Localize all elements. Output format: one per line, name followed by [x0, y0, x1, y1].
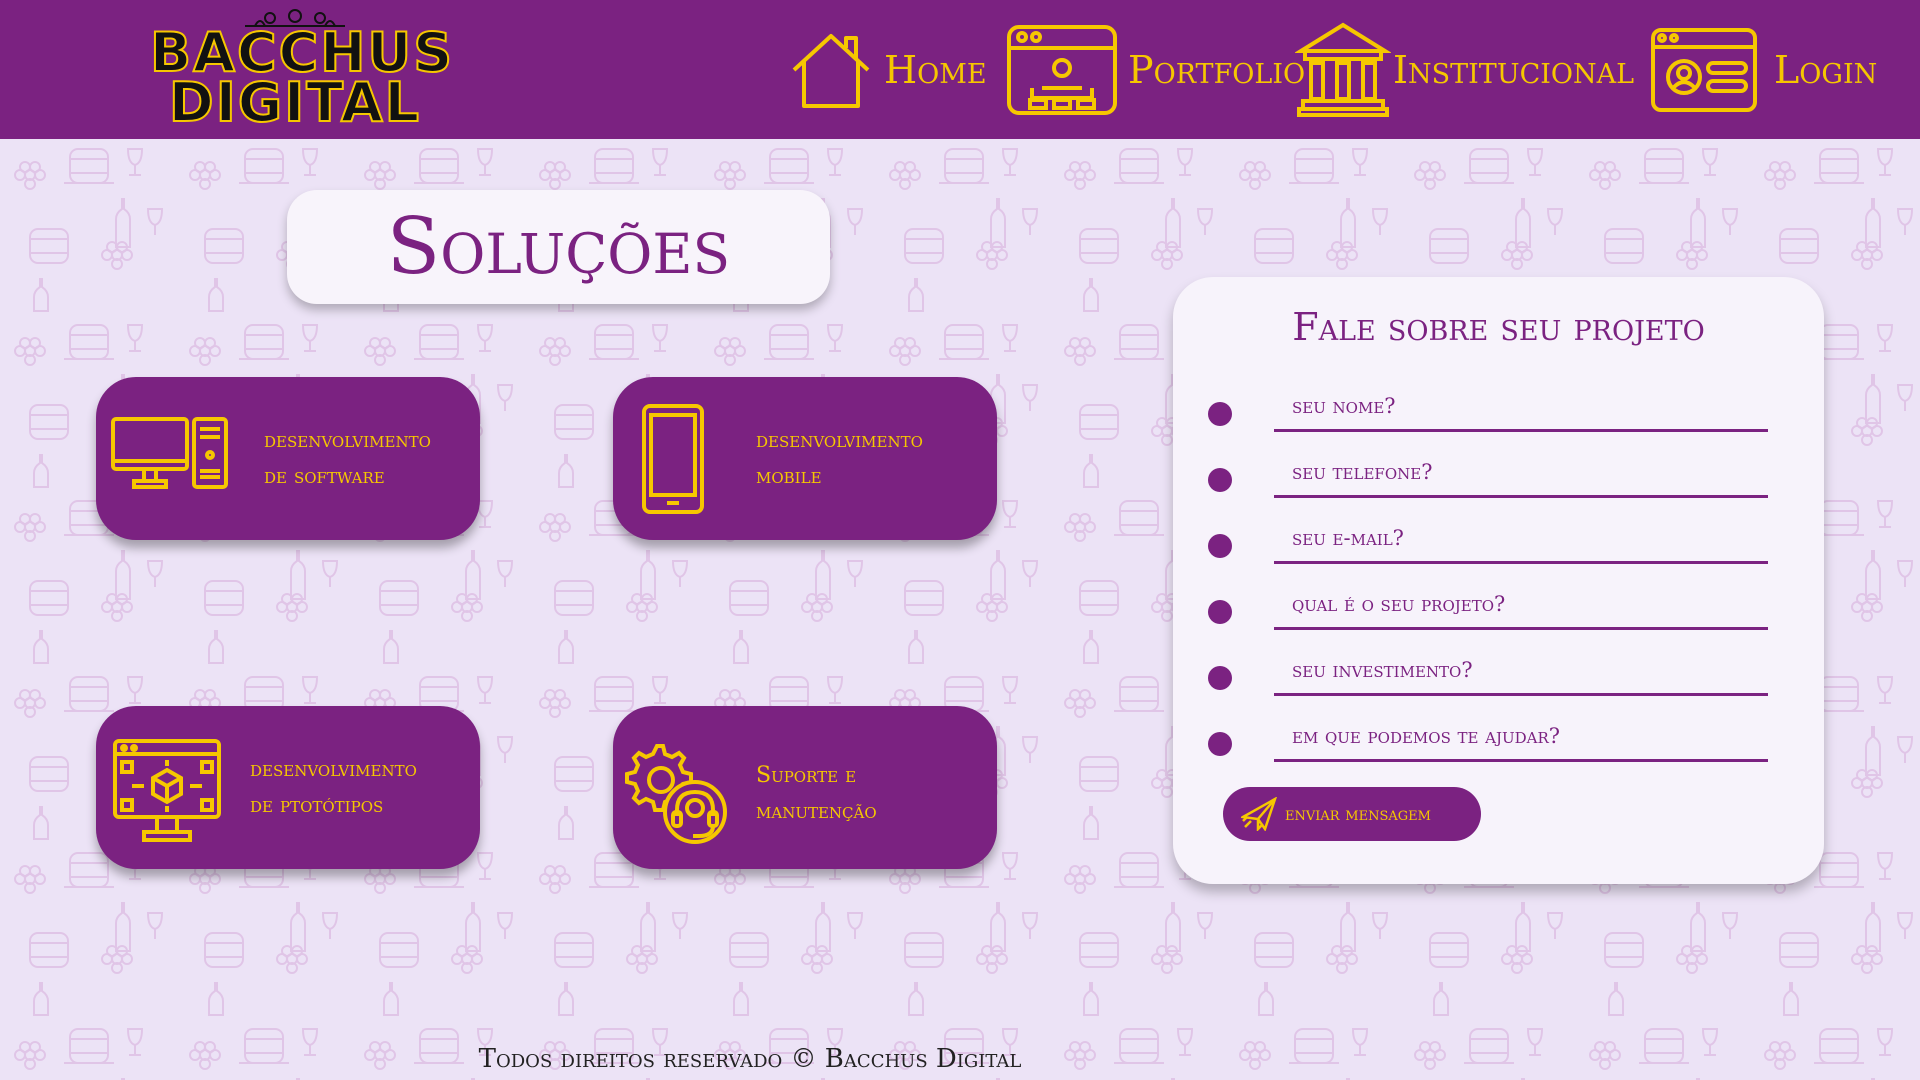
name-input[interactable]	[1274, 382, 1768, 432]
bullet-dot	[1208, 468, 1232, 492]
nav-portfolio-label: Portfolio	[1128, 47, 1306, 92]
solutions-title-box: Soluções	[287, 190, 830, 304]
send-message-button[interactable]: enviar mensagem	[1223, 787, 1481, 841]
nav-institucional[interactable]: Institucional	[1295, 0, 1634, 139]
field-phone	[1208, 448, 1768, 498]
building-columns-icon	[1295, 22, 1391, 117]
gear-headset-icon	[625, 744, 727, 844]
nav-portfolio[interactable]: Portfolio	[1006, 0, 1305, 139]
footer-copyright: Todos direitos reservado © Bacchus Digit…	[478, 1044, 1022, 1074]
phone-input[interactable]	[1274, 448, 1768, 498]
send-message-label: enviar mensagem	[1285, 803, 1431, 825]
field-investment	[1208, 646, 1768, 696]
smartphone-icon	[642, 404, 704, 514]
nav-login[interactable]: Login	[1650, 0, 1877, 139]
nav-institucional-label: Institucional	[1393, 47, 1635, 92]
bullet-dot	[1208, 600, 1232, 624]
profile-card-icon	[1651, 27, 1757, 112]
field-project	[1208, 580, 1768, 630]
nav-home-label: Home	[884, 47, 987, 92]
form-title: Fale sobre seu projeto	[1292, 305, 1705, 349]
logo-text: BACCHUS DIGITAL	[149, 25, 453, 134]
card-support-label: Suporte e manutenção	[756, 763, 877, 824]
top-navbar: BACCHUS DIGITAL Home Portfolio Instituci…	[0, 0, 1920, 139]
bullet-dot	[1208, 402, 1232, 426]
email-input[interactable]	[1274, 514, 1768, 564]
prototype-monitor-icon	[113, 739, 221, 842]
field-email	[1208, 514, 1768, 564]
project-input[interactable]	[1274, 580, 1768, 630]
page-title: Soluções	[386, 202, 731, 292]
field-help	[1208, 712, 1768, 762]
house-icon	[792, 33, 870, 108]
project-contact-form: Fale sobre seu projeto enviar mensagem	[1173, 277, 1824, 884]
logo-line-2: DIGITAL	[168, 71, 422, 134]
help-input[interactable]	[1274, 712, 1768, 762]
card-prototype-development[interactable]: desenvolvimento de ptotótipos	[96, 706, 480, 869]
card-prototype-label: desenvolvimento de ptotótipos	[250, 757, 417, 818]
bullet-dot	[1208, 666, 1232, 690]
card-mobile-development[interactable]: desenvolvimento mobile	[613, 377, 997, 540]
nav-login-label: Login	[1774, 47, 1878, 92]
bullet-dot	[1208, 732, 1232, 756]
field-name	[1208, 382, 1768, 432]
bullet-dot	[1208, 534, 1232, 558]
bacchus-digital-logo[interactable]: BACCHUS DIGITAL	[149, 8, 453, 134]
card-software-label: desenvolvimento de software	[264, 428, 431, 489]
card-mobile-label: desenvolvimento mobile	[756, 428, 923, 489]
investment-input[interactable]	[1274, 646, 1768, 696]
nav-home[interactable]: Home	[788, 0, 987, 139]
card-support-maintenance[interactable]: Suporte e manutenção	[613, 706, 997, 869]
paper-plane-icon	[1241, 797, 1277, 831]
card-software-development[interactable]: desenvolvimento de software	[96, 377, 480, 540]
desktop-computer-icon	[111, 417, 228, 489]
browser-window-icon	[1007, 24, 1117, 115]
